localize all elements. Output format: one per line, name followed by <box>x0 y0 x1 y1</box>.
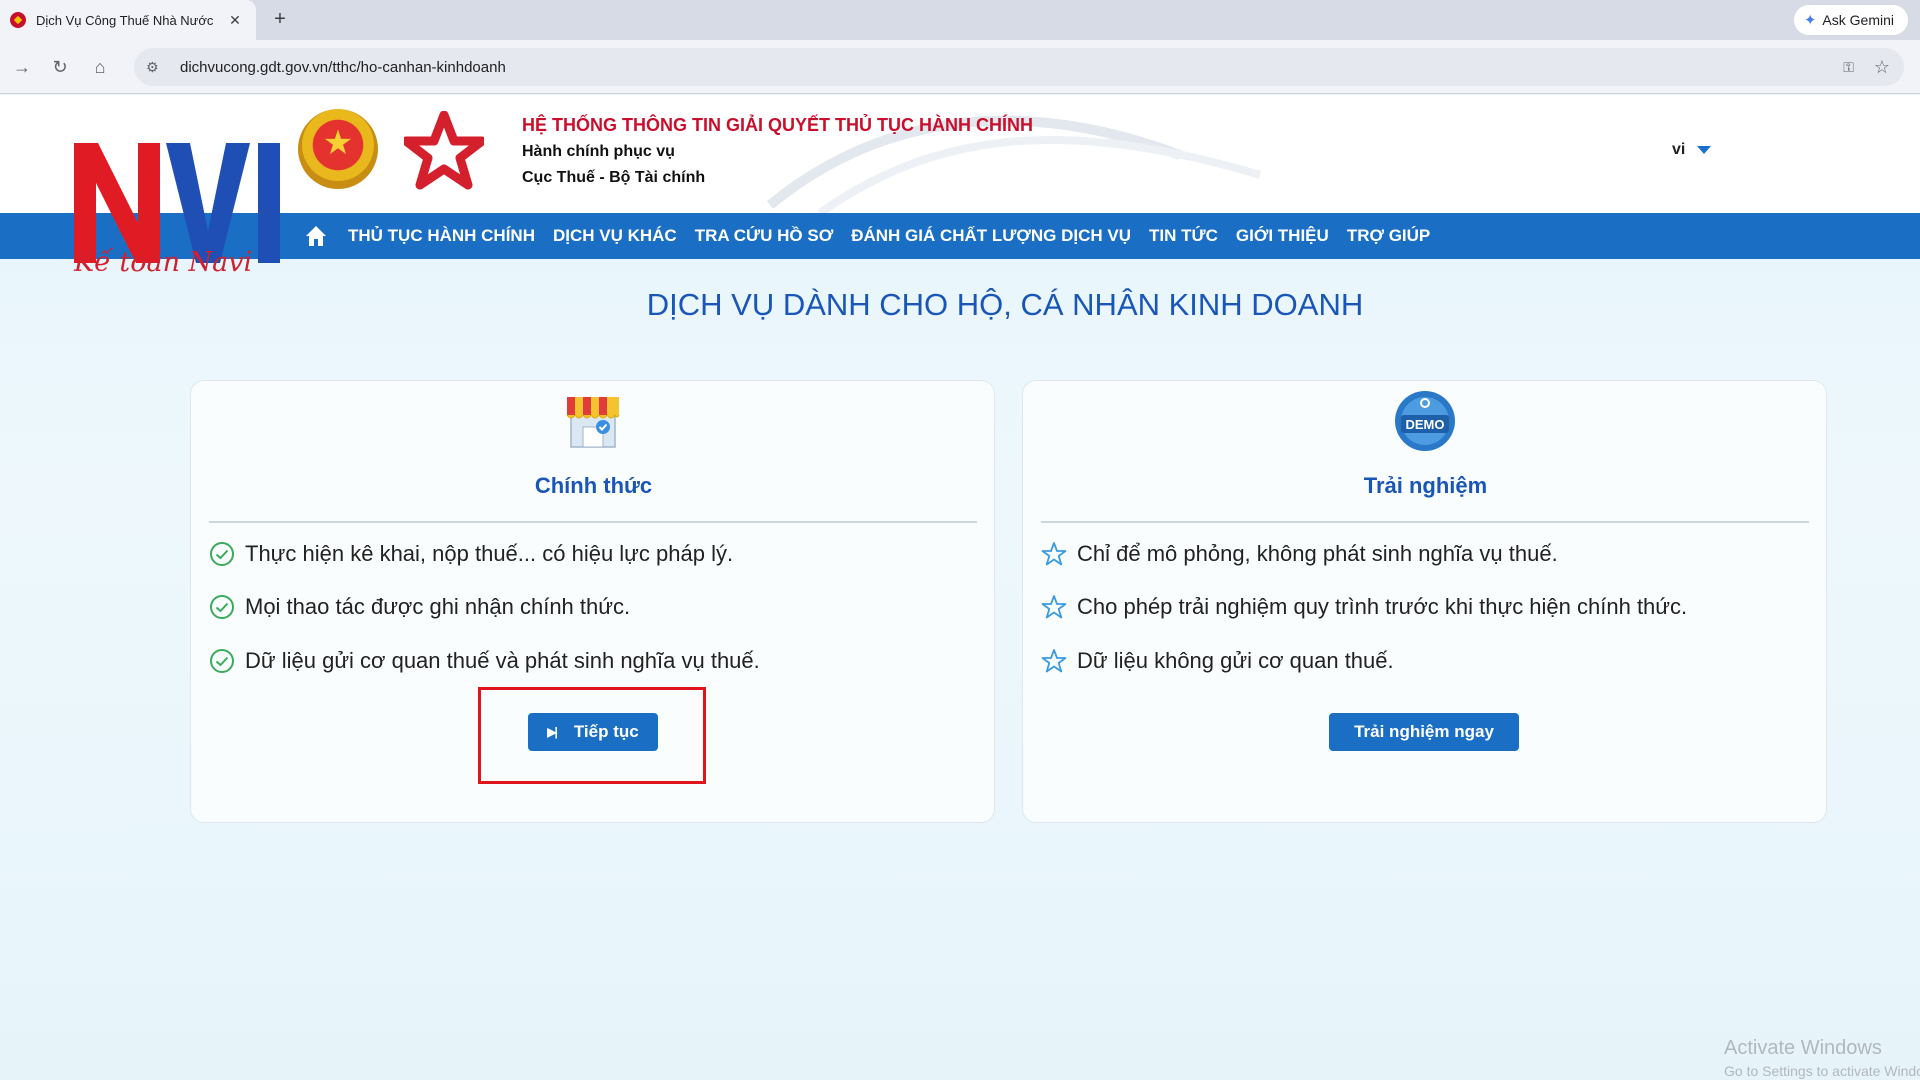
official-feature-item: Dữ liệu gửi cơ quan thuế và phát sinh ng… <box>209 648 760 674</box>
national-emblem-icon: ★ <box>298 109 378 189</box>
official-feature-text: Mọi thao tác được ghi nhận chính thức. <box>245 594 631 619</box>
annotation-highlight-box <box>478 687 706 784</box>
nav-item-help[interactable]: TRỢ GIÚP <box>1347 226 1430 246</box>
language-selector[interactable]: vi <box>1672 141 1712 159</box>
activate-windows-hint: Go to Settings to activate Windows. <box>1724 1063 1920 1079</box>
browser-tabstrip: Dịch Vụ Công Thuế Nhà Nước ✕ + ✦ Ask Gem… <box>0 0 1920 40</box>
card-divider <box>1041 521 1809 523</box>
ask-gemini-label: Ask Gemini <box>1822 12 1894 28</box>
trial-card-title: Trải nghiệm <box>1363 473 1488 498</box>
nav-item-about[interactable]: GIỚI THIỆU <box>1236 226 1329 246</box>
system-title: HỆ THỐNG THÔNG TIN GIẢI QUYẾT THỦ TỤC HÀ… <box>522 115 1033 135</box>
site-settings-icon[interactable]: ⚙ <box>146 59 168 76</box>
official-feature-item: Mọi thao tác được ghi nhận chính thức. <box>209 594 630 620</box>
ask-gemini-button[interactable]: ✦ Ask Gemini <box>1793 5 1908 35</box>
nav-item-news[interactable]: TIN TỨC <box>1149 226 1218 246</box>
home-icon[interactable]: ⌂ <box>86 53 114 81</box>
check-circle-icon <box>210 649 234 673</box>
trial-feature-item: Chỉ để mô phỏng, không phát sinh nghĩa v… <box>1041 541 1558 567</box>
page-title: DỊCH VỤ DÀNH CHO HỘ, CÁ NHÂN KINH DOANH <box>646 287 1364 322</box>
bookmark-star-icon[interactable]: ☆ <box>1874 57 1890 78</box>
public-service-star-logo-icon <box>404 111 484 190</box>
star-outline-icon <box>1041 649 1067 673</box>
trial-feature-item: Dữ liệu không gửi cơ quan thuế. <box>1041 648 1394 674</box>
trial-feature-text: Cho phép trải nghiệm quy trình trước khi… <box>1077 594 1688 619</box>
official-feature-text: Thực hiện kê khai, nộp thuế... có hiệu l… <box>245 541 734 566</box>
new-tab-button[interactable]: + <box>268 8 292 32</box>
check-circle-icon <box>210 542 234 566</box>
trial-feature-text: Dữ liệu không gửi cơ quan thuế. <box>1077 648 1394 673</box>
navi-script-text: Kế toán Navi <box>74 247 253 278</box>
tab-title: Dịch Vụ Công Thuế Nhà Nước <box>36 12 214 28</box>
password-key-icon[interactable]: ⚿ <box>1843 59 1854 76</box>
nav-item-service-rating[interactable]: ĐÁNH GIÁ CHẤT LƯỢNG DỊCH VỤ <box>851 226 1131 246</box>
browser-toolbar: → ↻ ⌂ ⚙ dichvucong.gdt.gov.vn/tthc/ho-ca… <box>0 40 1920 94</box>
language-label: vi <box>1672 141 1686 158</box>
system-subtitle-service: Hành chính phục vụ <box>522 143 675 160</box>
nav-item-administrative-procedures[interactable]: THỦ TỤC HÀNH CHÍNH <box>348 226 535 246</box>
caret-down-icon <box>1697 146 1712 154</box>
try-now-button[interactable]: Trải nghiệm ngay <box>1329 713 1519 751</box>
address-bar[interactable]: ⚙ dichvucong.gdt.gov.vn/tthc/ho-canhan-k… <box>134 48 1904 86</box>
activate-windows-title: Activate Windows <box>1724 1037 1882 1059</box>
star-outline-icon <box>1041 595 1067 619</box>
official-card-title: Chính thức <box>534 473 653 498</box>
site-favicon-icon <box>10 12 26 28</box>
reload-icon[interactable]: ↻ <box>46 53 74 81</box>
card-divider <box>209 521 977 523</box>
demo-icon-text: DEMO <box>1406 417 1445 432</box>
gemini-sparkle-icon: ✦ <box>1803 12 1817 29</box>
demo-badge-icon: DEMO <box>1395 391 1455 451</box>
system-subtitle-agency: Cục Thuế - Bộ Tài chính <box>522 169 706 186</box>
tab-close-icon[interactable]: ✕ <box>226 12 244 29</box>
star-outline-icon <box>1041 542 1067 566</box>
official-feature-text: Dữ liệu gửi cơ quan thuế và phát sinh ng… <box>245 648 760 673</box>
trial-feature-text: Chỉ để mô phỏng, không phát sinh nghĩa v… <box>1077 541 1558 566</box>
browser-tab[interactable]: Dịch Vụ Công Thuế Nhà Nước ✕ <box>0 0 256 40</box>
forward-arrow-icon[interactable]: → <box>8 53 36 81</box>
header-wave-decoration <box>766 115 1262 213</box>
nav-item-other-services[interactable]: DỊCH VỤ KHÁC <box>553 226 677 246</box>
nav-item-lookup-records[interactable]: TRA CỨU HỒ SƠ <box>695 226 833 246</box>
official-feature-item: Thực hiện kê khai, nộp thuế... có hiệu l… <box>209 541 733 567</box>
nav-home-icon[interactable] <box>302 222 330 250</box>
web-page: ★ HỆ THỐNG THÔNG TIN GIẢI QUYẾT THỦ TỤC … <box>0 95 1920 1080</box>
check-circle-icon <box>210 595 234 619</box>
storefront-icon <box>566 397 620 448</box>
address-url[interactable]: dichvucong.gdt.gov.vn/tthc/ho-canhan-kin… <box>180 59 1843 76</box>
trial-feature-item: Cho phép trải nghiệm quy trình trước khi… <box>1041 594 1687 620</box>
try-now-button-label: Trải nghiệm ngay <box>1354 722 1494 741</box>
trial-service-card: DEMO Trải nghiệm Chỉ để mô phỏng, không … <box>1022 380 1827 823</box>
